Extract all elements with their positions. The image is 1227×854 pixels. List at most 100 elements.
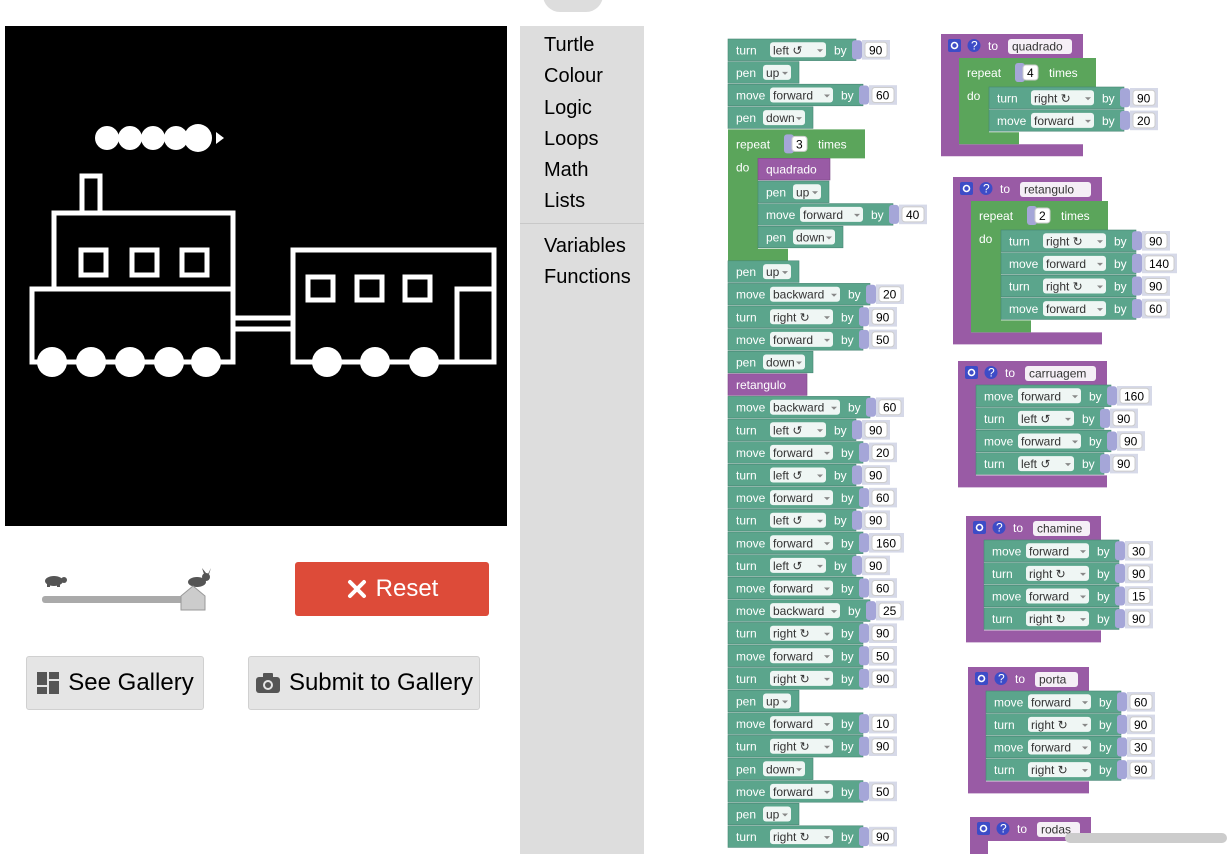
move-block[interactable]: move forward by 160 [975, 384, 1152, 407]
turn-block[interactable]: turn left ↺ by 90 [727, 554, 890, 577]
value-socket [866, 284, 876, 304]
call-block[interactable]: quadrado [757, 158, 831, 181]
turn-block[interactable]: turn right ↻ by 90 [983, 562, 1153, 585]
move-block[interactable]: move forward by 160 [727, 531, 904, 554]
top-tab-fragment[interactable] [543, 0, 603, 12]
by-keyword: by [841, 333, 854, 347]
toolbox-category-math[interactable]: Math [544, 159, 588, 182]
see-gallery-button[interactable]: See Gallery [26, 656, 204, 710]
turn-block[interactable]: turn left ↺ by 90 [727, 509, 890, 532]
move-block[interactable]: move forward by 30 [985, 735, 1155, 759]
block-workspace[interactable]: turn left ↺ by 90 pen up move forward by 60 pen dow… [644, 26, 1227, 854]
pen-block[interactable]: pen up [727, 802, 800, 826]
repeat-body: turn right ↻ by 90 move forward by 140 turn right… [1000, 229, 1177, 320]
submit-gallery-button[interactable]: Submit to Gallery [248, 656, 480, 710]
move-block[interactable]: move forward by 60 [727, 576, 897, 600]
procedure-definition-porta[interactable]: move forward by 60 turn right ↻ by 90 move forwar… [968, 667, 1155, 794]
move-block[interactable]: move forward by 50 [727, 780, 897, 803]
move-block[interactable]: move forward by 140 [1000, 252, 1177, 275]
gear-icon[interactable] [975, 672, 988, 685]
move-block[interactable]: move forward by 50 [727, 328, 897, 351]
procedure-definition-retangulo[interactable]: turn right ↻ by 90 move forward by 140 turn right… [953, 177, 1177, 345]
move-block[interactable]: move forward by 60 [985, 690, 1155, 713]
procedure-definition-chamine[interactable]: move forward by 30 turn right ↻ by 90 move forwar… [966, 516, 1153, 643]
move-block[interactable]: move forward by 20 [727, 441, 897, 464]
pen-block[interactable]: pen up [727, 689, 800, 713]
pen-block[interactable]: pen down [727, 757, 814, 780]
gear-icon[interactable] [977, 822, 990, 835]
move-block[interactable]: move forward by 20 [988, 109, 1158, 132]
turn-keyword: turn [994, 718, 1015, 732]
move-block[interactable]: move forward by 40 [757, 203, 927, 226]
move-block[interactable]: move forward by 60 [727, 83, 897, 107]
turn-block[interactable]: turn right ↻ by 90 [985, 713, 1155, 736]
move-block[interactable]: move forward by 15 [983, 584, 1153, 608]
value-socket [859, 85, 869, 105]
turn-keyword: turn [736, 627, 757, 641]
speed-slider[interactable] [40, 565, 220, 615]
pen-block[interactable]: pen down [727, 106, 814, 129]
turn-block[interactable]: turn right ↻ by 90 [727, 305, 897, 328]
turn-block[interactable]: turn right ↻ by 90 [1000, 229, 1170, 252]
number-value: 20 [1137, 114, 1151, 128]
toolbox-category-loops[interactable]: Loops [544, 128, 599, 151]
turn-block[interactable]: turn left ↺ by 90 [727, 418, 890, 441]
turn-block[interactable]: turn right ↻ by 90 [1000, 274, 1170, 298]
toolbox-category-lists[interactable]: Lists [544, 190, 585, 213]
toolbox-category-functions[interactable]: Functions [544, 266, 631, 289]
gear-icon[interactable] [948, 39, 961, 52]
speed-track[interactable] [42, 596, 198, 603]
gear-icon[interactable] [960, 182, 973, 195]
procedure-definition-quadrado[interactable]: turn right ↻ by 90 move forward by 20 repeat 4 tim… [941, 34, 1158, 157]
value-socket [859, 623, 869, 643]
turn-block[interactable]: turn right ↻ by 90 [727, 622, 897, 645]
reset-button[interactable]: Reset [295, 562, 489, 616]
move-direction-dropdown-text: backward [773, 401, 824, 415]
number-value: 90 [869, 423, 883, 437]
move-block[interactable]: move forward by 30 [983, 539, 1153, 562]
turn-keyword: turn [736, 559, 757, 573]
pen-block[interactable]: pen down [727, 350, 814, 374]
move-block[interactable]: move forward by 50 [727, 644, 897, 667]
turn-block[interactable]: turn right ↻ by 90 [985, 758, 1155, 781]
gear-icon[interactable] [965, 366, 978, 379]
by-keyword: by [841, 717, 854, 731]
turn-block[interactable]: turn right ↻ by 90 [727, 667, 897, 690]
repeat-block[interactable]: turn right ↻ by 90 move forward by 20 repeat 4 tim… [959, 58, 1158, 145]
gear-icon[interactable] [973, 521, 986, 534]
turn-block[interactable]: turn right ↻ by 90 [983, 607, 1153, 630]
repeat-block[interactable]: quadradopen upmove forward by 40pen downrepea… [728, 129, 927, 261]
move-direction-dropdown-text: forward [773, 446, 813, 460]
move-block[interactable]: move forward by 10 [727, 712, 897, 735]
move-direction-dropdown-text: forward [1021, 389, 1061, 403]
toolbox-category-turtle[interactable]: Turtle [544, 34, 594, 57]
by-keyword: by [834, 43, 847, 57]
turn-block[interactable]: turn left ↺ by 90 [975, 452, 1138, 475]
toolbox-category-variables[interactable]: Variables [544, 235, 626, 258]
turn-block[interactable]: turn right ↻ by 90 [727, 825, 897, 848]
move-block[interactable]: move forward by 90 [975, 429, 1145, 453]
value-socket [1132, 231, 1142, 251]
pen-block[interactable]: pen up [757, 180, 830, 203]
turn-block[interactable]: turn left ↺ by 90 [727, 38, 890, 61]
turn-block[interactable]: turn left ↺ by 90 [727, 463, 890, 487]
procedure-definition-carruagem[interactable]: move forward by 160 turn left ↺ by 90 move forwar… [958, 361, 1152, 488]
pen-block[interactable]: pen down [757, 225, 844, 249]
toolbox-category-colour[interactable]: Colour [544, 65, 603, 88]
move-block[interactable]: move forward by 60 [1000, 297, 1170, 320]
move-block[interactable]: move backward by 25 [727, 599, 904, 622]
turn-block[interactable]: turn left ↺ by 90 [975, 407, 1138, 430]
move-block[interactable]: move forward by 60 [727, 486, 897, 509]
workspace-scrollbar[interactable] [1065, 833, 1227, 843]
toolbox-category-logic[interactable]: Logic [544, 97, 592, 120]
turn-block[interactable]: turn right ↻ by 90 [988, 86, 1158, 109]
speed-thumb[interactable] [180, 585, 206, 611]
move-block[interactable]: move backward by 60 [727, 396, 904, 419]
call-block[interactable]: retangulo [727, 373, 808, 396]
move-block[interactable]: move backward by 20 [727, 283, 904, 306]
turn-direction-dropdown-text: right ↻ [773, 740, 810, 754]
repeat-block[interactable]: turn right ↻ by 90 move forward by 140 turn right… [971, 201, 1177, 333]
pen-block[interactable]: pen up [727, 61, 800, 84]
turn-block[interactable]: turn right ↻ by 90 [727, 735, 897, 758]
pen-block[interactable]: pen up [727, 260, 800, 283]
